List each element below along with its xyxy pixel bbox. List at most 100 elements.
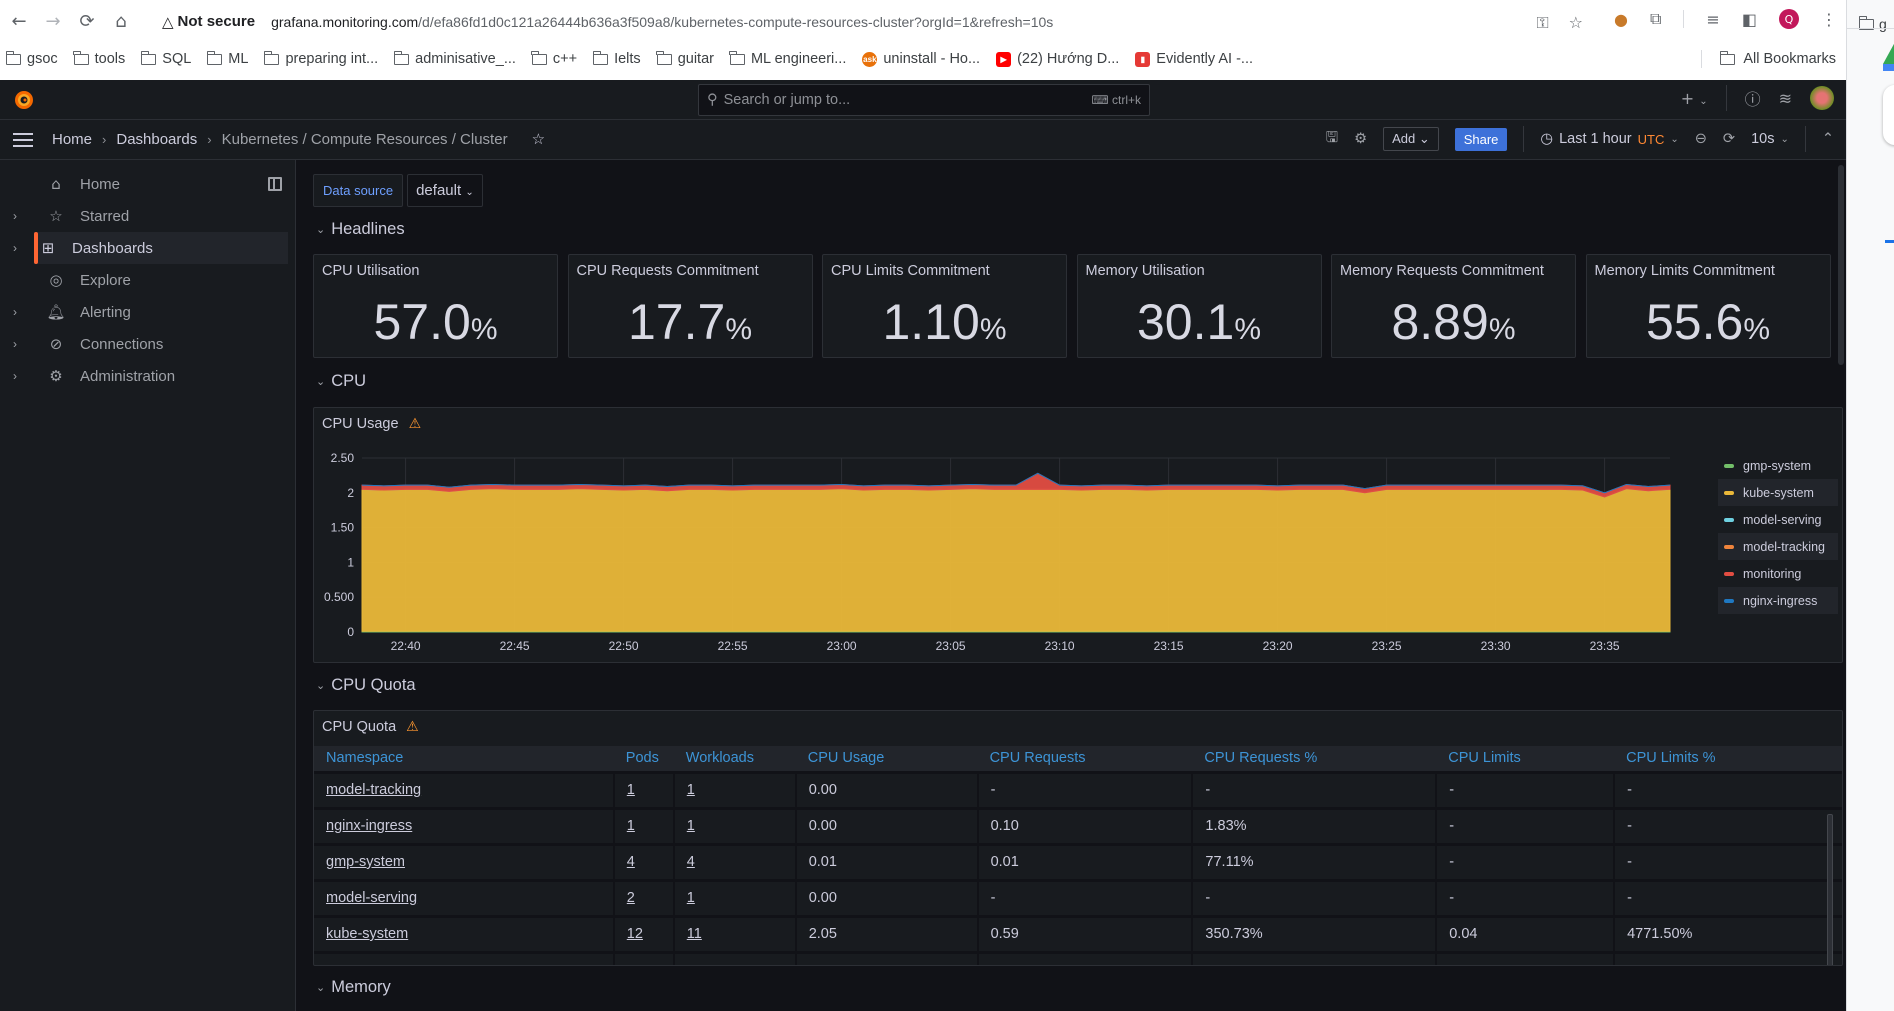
workloads-link[interactable]: 4 [687,854,695,870]
bookmark-item[interactable]: ML [206,50,248,67]
home-icon[interactable]: ⌂ [104,11,138,32]
dashboard-settings-icon[interactable]: ⚙ [1354,131,1367,147]
menu-toggle-icon[interactable] [13,133,33,147]
breadcrumb-home[interactable]: Home [52,131,92,148]
save-dashboard-icon[interactable]: 🖫︎ [1326,127,1338,152]
password-key-icon[interactable]: ⚿ [1536,13,1548,33]
column-header[interactable]: CPU Requests % [1192,746,1437,774]
pods-link[interactable]: 1 [627,782,635,798]
workloads-link[interactable]: 11 [687,926,702,942]
help-icon[interactable]: ⓘ [1745,86,1761,110]
legend-item[interactable]: model-tracking [1718,533,1838,560]
forward-icon[interactable]: → [36,11,70,32]
expand-chevron-icon[interactable]: › [0,337,30,351]
stat-panel[interactable]: CPU Utilisation 57.0% [313,254,558,358]
stat-panel[interactable]: Memory Limits Commitment 55.6% [1585,254,1831,358]
column-header[interactable]: CPU Limits [1436,746,1615,774]
sidebar-item-explore[interactable]: ◎ Explore [0,264,288,296]
bookmark-item[interactable]: ask uninstall - Ho... [862,51,980,67]
refresh-interval-picker[interactable]: 10s ⌄ [1751,131,1789,147]
extensions-puzzle-icon[interactable]: ⧉ [1650,9,1661,29]
bookmark-item[interactable]: c++ [531,50,577,67]
table-cell[interactable]: model-serving [314,880,615,918]
row-cpu-quota[interactable]: ⌄ CPU Quota [316,676,416,695]
browser-menu-icon[interactable]: ⋮ [1821,10,1837,29]
workloads-link[interactable]: 1 [687,818,695,834]
legend-item[interactable]: gmp-system [1718,452,1838,479]
sidebar-item-starred[interactable]: › ☆ Starred [0,200,288,232]
namespace-link[interactable]: nginx-ingress [326,818,412,834]
table-cell[interactable]: 4 [613,844,675,882]
bookmark-item[interactable]: ML engineeri... [729,50,846,67]
new-button[interactable] [1883,85,1894,145]
adjacent-bookmark[interactable]: g [1858,15,1887,32]
stat-panel[interactable]: Memory Requests Commitment 8.89% [1331,254,1576,358]
bookmark-item[interactable]: gsoc [5,50,58,67]
namespace-link[interactable]: model-tracking [326,782,421,798]
table-cell[interactable]: kube-system [314,916,615,954]
expand-chevron-icon[interactable]: › [0,305,30,319]
cookie-extension-icon[interactable]: ● [1614,10,1628,29]
user-avatar[interactable] [1810,86,1834,110]
namespace-link[interactable]: model-serving [326,890,417,906]
sidebar-item-home[interactable]: ⌂ Home [0,168,288,200]
zoom-out-icon[interactable]: ⊖ [1695,131,1707,147]
table-cell[interactable]: 2 [613,880,675,918]
bookmark-item[interactable]: preparing int... [263,50,378,67]
address-bar[interactable]: △ Not secure grafana.monitoring.com/d/efa… [156,5,1601,38]
row-memory[interactable]: ⌄ Memory [316,978,391,997]
bookmark-item[interactable]: ▶ (22) Hướng D... [996,51,1119,67]
row-headlines[interactable]: ⌄ Headlines [316,220,405,239]
search-input[interactable]: ⚲ Search or jump to... ⌨ ctrl+k [698,84,1150,116]
table-cell[interactable]: model-tracking [314,772,615,810]
collapse-toolbar-icon[interactable]: ⌃ [1822,131,1834,147]
table-cell[interactable]: 1 [673,772,797,810]
profile-avatar[interactable]: Q [1778,9,1799,29]
bookmark-item[interactable]: guitar [656,50,714,67]
expand-chevron-icon[interactable]: › [0,369,30,383]
bookmark-item[interactable]: SQL [140,50,191,67]
time-range-picker[interactable]: ◷ Last 1 hour UTC ⌄ [1540,131,1678,147]
workloads-link[interactable]: 1 [687,890,695,906]
pods-link[interactable]: 12 [627,926,643,942]
pods-link[interactable]: 1 [627,818,635,834]
legend-item[interactable]: model-serving [1718,506,1838,533]
table-cell[interactable]: 1 [673,880,797,918]
table-cell[interactable]: gmp-system [314,844,615,882]
back-icon[interactable]: ← [2,11,36,32]
table-cell[interactable]: 1 [613,772,675,810]
legend-item[interactable]: nginx-ingress [1718,587,1838,614]
stat-panel[interactable]: CPU Limits Commitment 1.10% [822,254,1067,358]
side-panel-icon[interactable]: ◧ [1742,10,1757,29]
sidebar-item-dashboards[interactable]: › ⊞ Dashboards [13,232,288,264]
breadcrumb-dashboards[interactable]: Dashboards [116,131,197,148]
reload-icon[interactable]: ⟳ [70,11,104,32]
security-indicator[interactable]: △ Not secure [162,13,255,31]
media-control-icon[interactable]: ≡ [1706,10,1719,29]
all-bookmarks-button[interactable]: All Bookmarks [1701,50,1836,68]
pods-link[interactable]: 2 [627,890,635,906]
sidebar-item-alerting[interactable]: › 🔔︎ Alerting [0,296,288,328]
table-cell[interactable]: 1 [673,808,797,846]
page-scrollbar[interactable] [1838,165,1844,365]
bookmark-item[interactable]: tools [73,50,125,67]
table-cell[interactable]: 11 [673,916,797,954]
new-plus-icon[interactable]: + ⌄ [1681,89,1708,108]
grafana-logo-icon[interactable] [12,88,36,112]
column-header[interactable]: Workloads [673,746,796,774]
stat-panel[interactable]: Memory Utilisation 30.1% [1076,254,1322,358]
share-button[interactable]: Share [1454,127,1508,151]
bookmark-star-icon[interactable]: ☆ [1569,13,1583,33]
namespace-link[interactable]: kube-system [326,926,408,942]
row-cpu[interactable]: ⌄ CPU [316,372,366,391]
pods-link[interactable]: 4 [627,854,635,870]
legend-item[interactable]: kube-system [1718,479,1838,506]
bookmark-item[interactable]: ▮ Evidently AI -... [1135,51,1253,67]
panel-title[interactable]: CPU Quota [322,719,396,735]
table-cell[interactable]: 4 [673,844,797,882]
bookmark-item[interactable]: Ielts [592,50,641,67]
favorite-star-icon[interactable]: ☆ [532,130,545,148]
namespace-link[interactable]: gmp-system [326,854,405,870]
news-feed-icon[interactable]: ≋ [1779,89,1792,108]
workloads-link[interactable]: 1 [687,782,695,798]
